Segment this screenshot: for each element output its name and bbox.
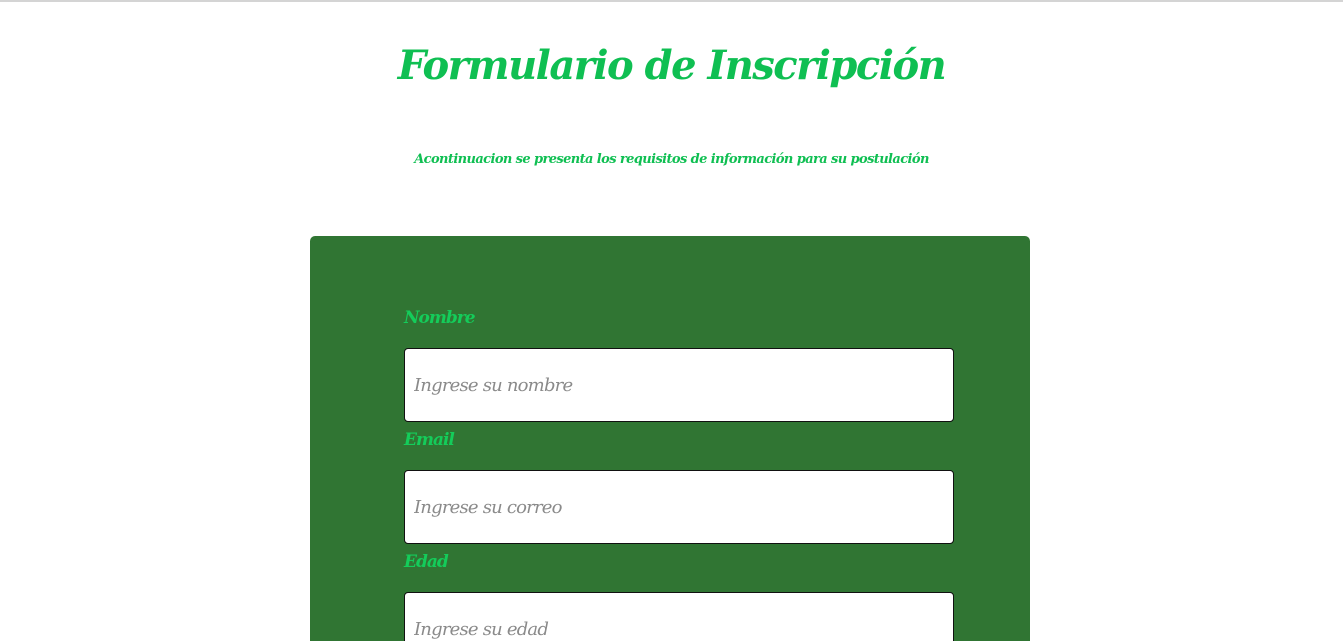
edad-input[interactable] [404, 592, 954, 641]
nombre-input[interactable] [404, 348, 954, 422]
nombre-label: Nombre [404, 308, 476, 328]
email-label: Email [404, 430, 455, 450]
edad-label: Edad [404, 552, 449, 572]
email-input[interactable] [404, 470, 954, 544]
top-divider [0, 0, 1343, 2]
page-subtitle: Acontinuacion se presenta los requisitos… [414, 152, 929, 167]
registration-form: Nombre Email Edad [310, 236, 1030, 641]
page-title: Formulario de Inscripción [397, 42, 947, 89]
